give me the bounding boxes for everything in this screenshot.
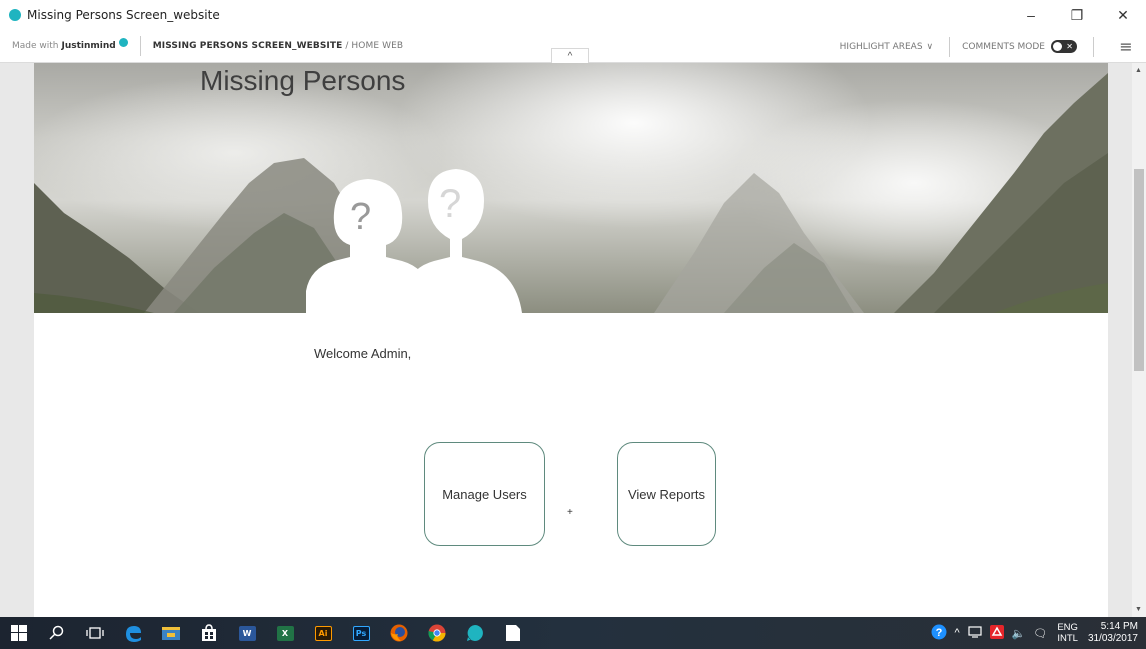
toolbar-right: HIGHLIGHT AREAS ∨ COMMENTS MODE ✕ ≡ xyxy=(840,30,1146,63)
keyboard-layout: INTL xyxy=(1057,633,1078,644)
highlight-areas-button[interactable]: HIGHLIGHT AREAS xyxy=(840,42,923,52)
divider xyxy=(1093,36,1094,57)
window-title: Missing Persons Screen_website xyxy=(27,8,220,22)
hero-banner: Missing Persons ? ? xyxy=(34,63,1108,313)
scroll-up-arrow-icon[interactable]: ▲ xyxy=(1135,67,1142,74)
restore-button[interactable]: ❐ xyxy=(1054,0,1100,30)
edge-icon[interactable] xyxy=(114,617,152,649)
network-icon[interactable] xyxy=(968,625,982,641)
system-tray: ? ^ 🔈 🗨 ENG INTL 5:14 PM 31/03/2017 xyxy=(927,617,1146,649)
illustrator-icon[interactable]: Ai xyxy=(304,617,342,649)
clock[interactable]: 5:14 PM 31/03/2017 xyxy=(1088,621,1138,645)
close-button[interactable]: ✕ xyxy=(1100,0,1146,30)
language-indicator[interactable]: ENG INTL xyxy=(1057,622,1078,644)
breadcrumb-project[interactable]: MISSING PERSONS SCREEN_WEBSITE xyxy=(153,41,343,51)
language-code: ENG xyxy=(1057,622,1078,633)
show-hidden-icons-icon[interactable]: ^ xyxy=(955,627,960,639)
scroll-down-arrow-icon[interactable]: ▼ xyxy=(1135,606,1142,613)
page-title: Missing Persons xyxy=(200,65,406,96)
made-with-badge[interactable]: Made with Justinmind xyxy=(12,37,128,51)
window-titlebar: Missing Persons Screen_website – ❐ ✕ xyxy=(0,0,1146,30)
volume-icon[interactable]: 🔈 xyxy=(1012,627,1026,640)
hamburger-menu-icon[interactable]: ≡ xyxy=(1106,30,1146,63)
page-canvas: Missing Persons ? ? Welcome Admin, Manag… xyxy=(34,63,1108,617)
manage-users-label: Manage Users xyxy=(442,486,527,502)
task-view-icon[interactable] xyxy=(76,617,114,649)
breadcrumb-page[interactable]: HOME WEB xyxy=(351,41,403,51)
toggle-off-icon: ✕ xyxy=(1066,42,1073,51)
antivirus-icon[interactable] xyxy=(989,624,1004,642)
store-icon[interactable] xyxy=(190,617,228,649)
welcome-message: Welcome Admin, xyxy=(314,346,412,361)
svg-text:?: ? xyxy=(935,627,942,639)
clock-date: 31/03/2017 xyxy=(1087,633,1138,644)
vertical-scrollbar[interactable]: ▲ ▼ xyxy=(1132,63,1146,617)
notepad-icon[interactable] xyxy=(494,617,532,649)
app-icon xyxy=(9,9,21,21)
view-reports-button[interactable]: View Reports xyxy=(617,442,716,546)
brand-name: Justinmind xyxy=(61,41,116,51)
photoshop-icon[interactable]: Ps xyxy=(342,617,380,649)
mountain-background-image xyxy=(34,73,1108,313)
divider xyxy=(139,36,141,56)
view-reports-label: View Reports xyxy=(627,486,706,502)
chrome-icon[interactable] xyxy=(418,617,456,649)
toggle-knob xyxy=(1053,42,1062,51)
clock-time: 5:14 PM xyxy=(1100,621,1138,632)
firefox-icon[interactable] xyxy=(380,617,418,649)
notifications-icon[interactable]: 🗨 xyxy=(1033,627,1047,640)
collapse-toolbar-button[interactable]: ^ xyxy=(551,48,589,64)
justinmind-logo-icon xyxy=(118,37,128,47)
made-with-label: Made with xyxy=(12,41,59,51)
windows-taskbar: W X Ai Ps ? ^ 🔈 🗨 ENG INTL 5:14 PM 31/03… xyxy=(0,617,1146,649)
help-icon[interactable]: ? xyxy=(931,624,947,643)
page-viewport: Missing Persons ? ? Welcome Admin, Manag… xyxy=(0,63,1146,617)
file-explorer-icon[interactable] xyxy=(152,617,190,649)
chevron-down-icon[interactable]: ∨ xyxy=(927,42,934,52)
manage-users-button[interactable]: Manage Users xyxy=(424,442,545,546)
breadcrumb: MISSING PERSONS SCREEN_WEBSITE / HOME WE… xyxy=(153,41,403,51)
question-mark-right: ? xyxy=(439,182,462,226)
scrollbar-thumb[interactable] xyxy=(1134,169,1144,371)
word-icon[interactable]: W xyxy=(228,617,266,649)
plus-separator: + xyxy=(567,507,573,518)
question-mark-left: ? xyxy=(350,196,372,238)
divider xyxy=(949,36,951,57)
comments-mode-toggle[interactable]: ✕ xyxy=(1051,40,1077,53)
minimize-button[interactable]: – xyxy=(1008,0,1054,30)
windows-start-icon[interactable] xyxy=(0,617,38,649)
justinmind-icon[interactable] xyxy=(456,617,494,649)
comments-mode-label: COMMENTS MODE xyxy=(962,41,1045,52)
search-icon[interactable] xyxy=(38,617,76,649)
excel-icon[interactable]: X xyxy=(266,617,304,649)
window-controls: – ❐ ✕ xyxy=(1008,0,1146,30)
